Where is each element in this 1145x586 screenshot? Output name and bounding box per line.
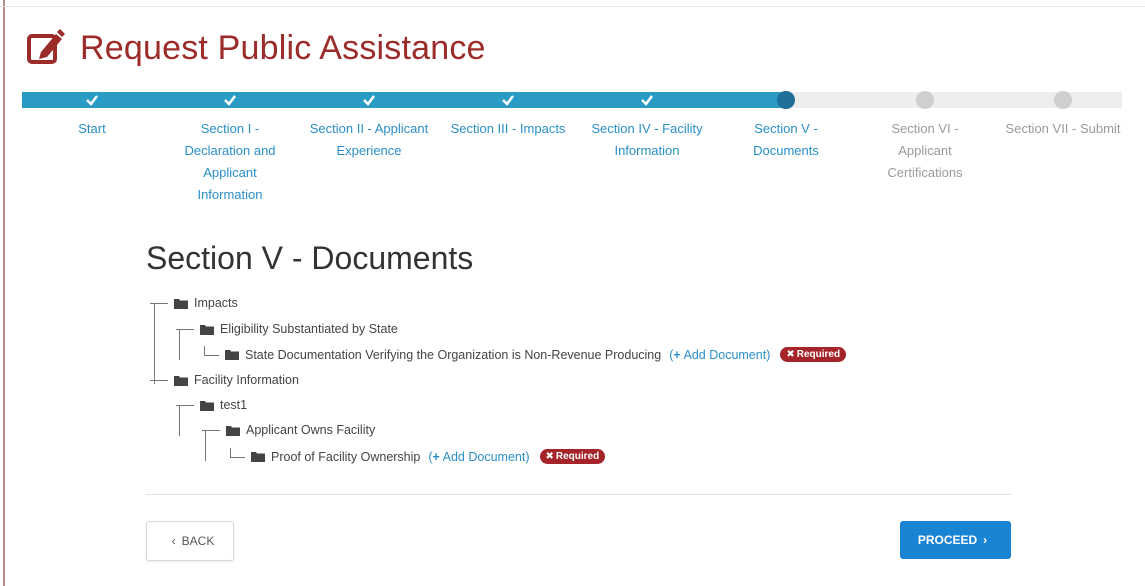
folder-icon <box>251 452 265 462</box>
tree-node-label: Facility Information <box>194 373 299 387</box>
chevron-right-icon: › <box>983 533 988 547</box>
tree-node-folder[interactable]: Applicant Owns Facility <box>202 423 375 437</box>
step-label: Section VI - Applicant Certifications <box>855 118 995 184</box>
tree-node-label: Applicant Owns Facility <box>246 423 376 437</box>
collapse-icon[interactable] <box>150 379 168 381</box>
step-label[interactable]: Start <box>22 118 162 140</box>
step-label-line: Information <box>614 143 680 158</box>
tree-node-label: Proof of Facility Ownership <box>271 449 421 464</box>
add-document-label: Add Document <box>442 449 526 464</box>
progress-bar <box>22 90 1122 110</box>
step-label[interactable]: Section V - Documents <box>716 118 856 162</box>
step-label: Section VII - Submit <box>993 118 1133 140</box>
add-document-link[interactable]: (+ Add Document) <box>428 450 529 464</box>
left-border <box>3 0 5 586</box>
step-label-line: Information <box>197 187 263 202</box>
required-label: Required <box>555 451 600 462</box>
step-label[interactable]: Section I - Declaration and Applicant Infor… <box>160 118 300 206</box>
tree-node-folder[interactable]: test1 <box>176 398 247 412</box>
plus-icon: + <box>432 449 440 464</box>
tree-connector <box>230 447 245 458</box>
step-label-line: Documents <box>753 143 819 158</box>
step-label-line: Section I - <box>200 121 260 136</box>
close-icon: ✖ <box>786 349 795 360</box>
tree-node-label: Impacts <box>194 296 238 310</box>
tree-node-leaf: State Documentation Verifying the Organi… <box>204 345 847 362</box>
step-label-line: Section V - <box>754 121 818 136</box>
page-title: Request Public Assistance <box>80 28 486 67</box>
step-label-line: Section VII - Submit <box>1005 121 1121 136</box>
step-complete-icon[interactable] <box>360 91 378 109</box>
folder-icon <box>200 400 214 411</box>
edit-icon <box>27 29 65 64</box>
step-label-line: Applicant <box>203 165 257 180</box>
collapse-icon[interactable] <box>176 328 194 330</box>
tree-node-label: Eligibility Substantiated by State <box>220 322 398 336</box>
step-complete-icon[interactable] <box>499 91 517 109</box>
tree-connector <box>204 345 219 356</box>
tree-node-folder[interactable]: Facility Information <box>150 373 299 387</box>
step-label-line: Applicant <box>898 143 952 158</box>
step-label-line: Section VI - <box>891 121 959 136</box>
step-pending-dot <box>916 91 934 109</box>
tree-node-folder[interactable]: Impacts <box>150 296 238 310</box>
folder-icon <box>174 375 188 386</box>
step-complete-icon[interactable] <box>638 91 656 109</box>
required-badge: ✖ Required <box>780 347 847 362</box>
top-border <box>0 6 1145 7</box>
tree-node-label: test1 <box>220 398 248 412</box>
add-document-link[interactable]: (+ Add Document) <box>669 348 770 362</box>
plus-icon: + <box>673 347 681 362</box>
page-header: Request Public Assistance <box>26 28 486 68</box>
required-label: Required <box>796 349 841 360</box>
step-pending-dot <box>1054 91 1072 109</box>
folder-icon <box>226 425 240 436</box>
tree-node-leaf: Proof of Facility Ownership (+ Add Docum… <box>230 447 606 464</box>
step-current-dot[interactable] <box>777 91 795 109</box>
tree-node-label: State Documentation Verifying the Organi… <box>245 347 662 362</box>
step-complete-icon[interactable] <box>221 91 239 109</box>
collapse-icon[interactable] <box>150 302 168 304</box>
collapse-icon[interactable] <box>202 429 220 431</box>
step-label-line: Section III - Impacts <box>450 121 566 136</box>
step-complete-icon[interactable] <box>83 91 101 109</box>
folder-icon <box>200 324 214 335</box>
step-label-line: Section IV - Facility <box>591 121 703 136</box>
section-title: Section V - Documents <box>146 240 474 276</box>
proceed-button[interactable]: PROCEED › <box>900 521 1011 559</box>
progress-fill <box>22 92 786 108</box>
step-label-line: Start <box>78 121 106 136</box>
collapse-icon[interactable] <box>176 404 194 406</box>
step-label[interactable]: Section IV - Facility Information <box>577 118 717 162</box>
folder-icon <box>174 298 188 309</box>
step-label[interactable]: Section III - Impacts <box>438 118 578 140</box>
step-label-line: Declaration and <box>184 143 276 158</box>
step-label-line: Section II - Applicant <box>309 121 429 136</box>
chevron-left-icon: ‹ <box>171 534 176 548</box>
tree-node-folder[interactable]: Eligibility Substantiated by State <box>176 322 398 336</box>
close-icon: ✖ <box>545 451 554 462</box>
add-document-label: Add Document <box>683 347 767 362</box>
back-button[interactable]: ‹ BACK <box>146 521 234 561</box>
step-label-line: Experience <box>336 143 402 158</box>
step-label-line: Certifications <box>887 165 963 180</box>
step-label[interactable]: Section II - Applicant Experience <box>299 118 439 162</box>
back-button-label: BACK <box>181 534 215 548</box>
required-badge: ✖ Required <box>539 449 606 464</box>
proceed-button-label: PROCEED <box>917 533 978 547</box>
tree-line <box>154 304 155 384</box>
divider <box>146 494 1012 495</box>
folder-icon <box>225 350 239 360</box>
